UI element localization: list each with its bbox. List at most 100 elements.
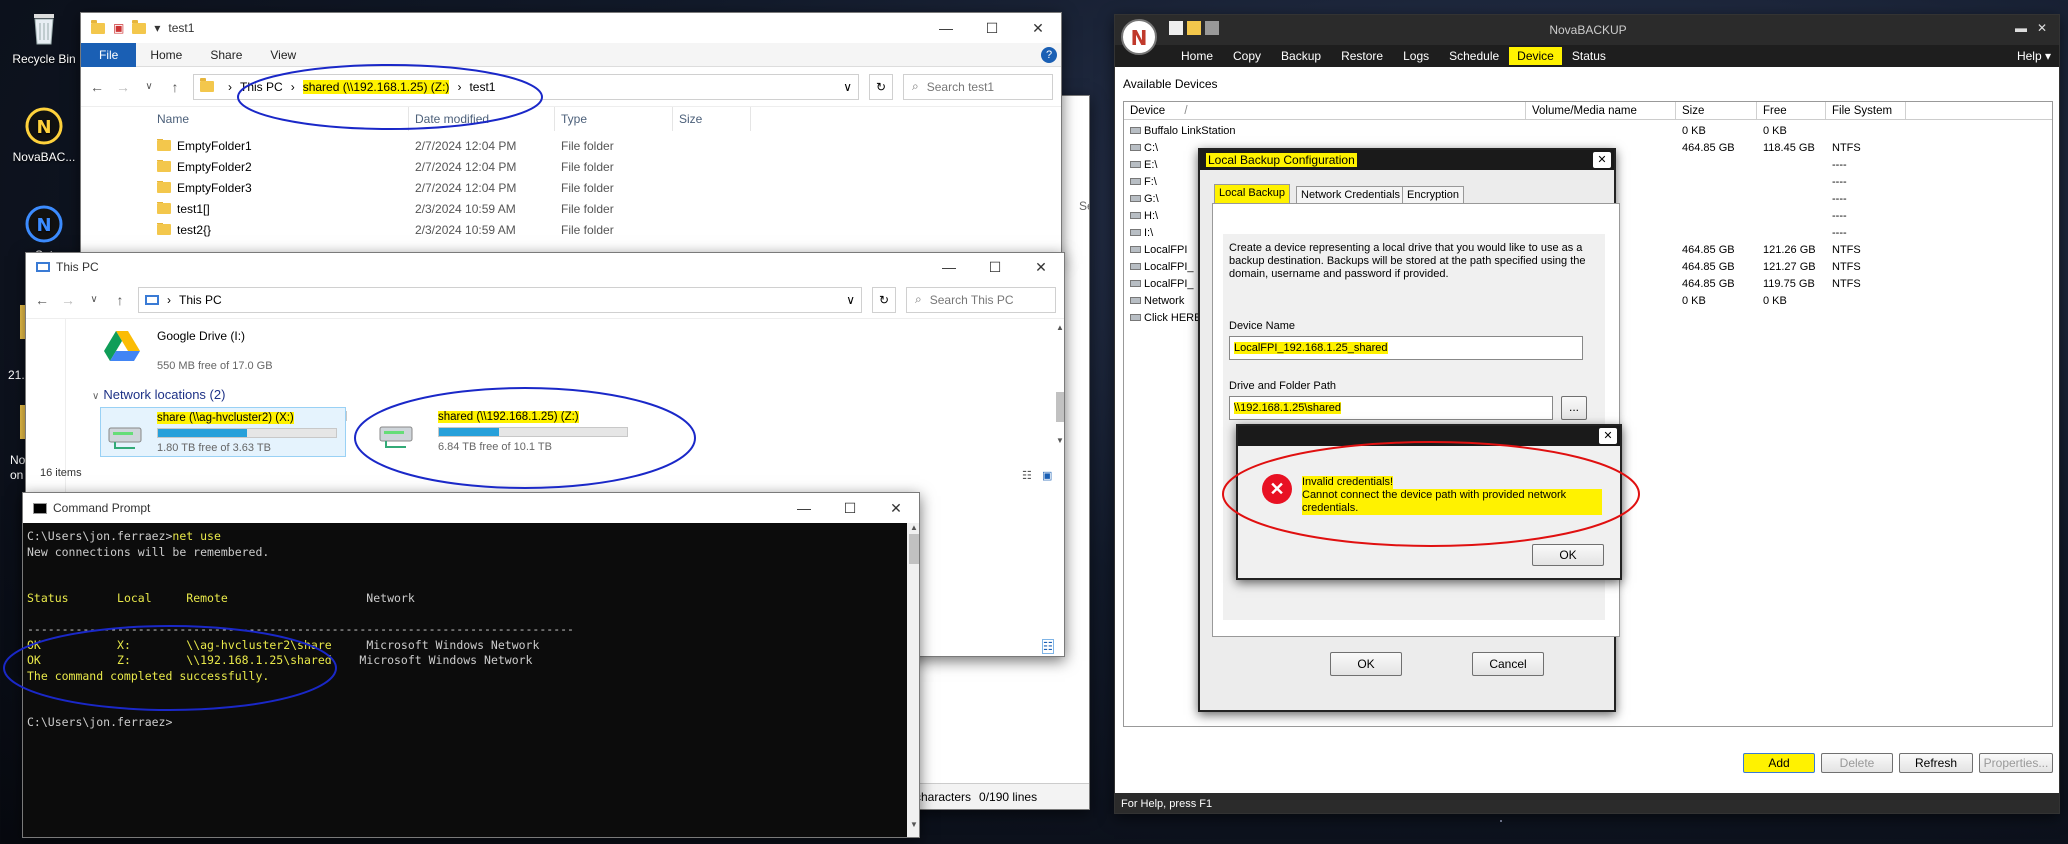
list-item[interactable]: EmptyFolder3 2/7/2024 12:04 PM File fold… (151, 177, 1061, 198)
large-icons-view-icon[interactable]: ▣ (1042, 469, 1052, 482)
refresh-icon[interactable]: ↻ (872, 286, 896, 313)
maximize-button[interactable]: ☐ (972, 253, 1018, 282)
column-device[interactable]: Device / (1124, 102, 1526, 119)
scroll-down-icon[interactable]: ▼ (1055, 436, 1064, 445)
address-bar[interactable]: › This PC ∨ (138, 286, 862, 313)
menu-restore[interactable]: Restore (1331, 49, 1393, 63)
nova-logo-icon[interactable]: N (1121, 19, 1157, 55)
explorer-window-test1[interactable]: ▣ ▾ test1 — ☐ ✕ File Home Share View ? ←… (80, 12, 1062, 260)
address-dropdown-icon[interactable]: ∨ (843, 80, 852, 94)
scroll-up-icon[interactable]: ▲ (907, 523, 919, 532)
menu-home[interactable]: Home (1171, 49, 1223, 63)
network-locations-header[interactable]: ∨ Network locations (2) (92, 387, 225, 402)
network-drive-x[interactable]: share (\\ag-hvcluster2) (X:) 1.80 TB fre… (100, 407, 346, 457)
device-row[interactable]: Buffalo LinkStation 0 KB 0 KB (1124, 122, 2052, 139)
breadcrumb-folder[interactable]: test1 (469, 80, 495, 94)
ribbon-view-tab[interactable]: View (256, 48, 310, 62)
close-button[interactable]: ✕ (1018, 253, 1064, 282)
scroll-down-icon[interactable]: ▼ (907, 820, 919, 829)
vertical-scrollbar[interactable]: ▲ ▼ (1055, 323, 1064, 463)
console-output[interactable]: C:\Users\jon.ferraez>net use New connect… (23, 523, 919, 837)
properties-button[interactable]: Properties... (1979, 753, 2053, 773)
close-button[interactable]: ✕ (1015, 13, 1061, 43)
command-prompt-window[interactable]: Command Prompt — ☐ ✕ C:\Users\jon.ferrae… (22, 492, 920, 838)
scroll-thumb[interactable] (1056, 392, 1064, 422)
tab-encryption[interactable]: Encryption (1402, 186, 1464, 204)
ok-button[interactable]: OK (1330, 652, 1402, 676)
ribbon-share-tab[interactable]: Share (196, 48, 256, 62)
menu-logs[interactable]: Logs (1393, 49, 1439, 63)
column-type[interactable]: Type (555, 107, 673, 131)
minimize-button[interactable]: — (926, 253, 972, 282)
details-view-icon[interactable]: ☷ (1042, 639, 1054, 654)
title-bar[interactable]: ▣ ▾ test1 — ☐ ✕ (81, 13, 1061, 43)
device-name-field[interactable]: LocalFPI_192.168.1.25_shared (1229, 336, 1583, 360)
forward-arrow-icon[interactable]: → (115, 79, 131, 95)
menu-status[interactable]: Status (1562, 49, 1616, 63)
desktop-icon-novabackup[interactable]: N NovaBAC... (4, 106, 84, 164)
dialog-title-bar[interactable]: Local Backup Configuration ✕ (1200, 150, 1614, 170)
up-arrow-icon[interactable]: ↑ (112, 292, 128, 308)
desktop-icon-recycle-bin[interactable]: Recycle Bin (4, 8, 84, 66)
console-scrollbar[interactable]: ▲ ▼ (907, 523, 919, 837)
network-drive-z[interactable]: shared (\\192.168.1.25) (Z:) 6.84 TB fre… (356, 407, 628, 457)
maximize-button[interactable]: ☐ (969, 13, 1015, 43)
help-icon[interactable]: ? (1041, 46, 1057, 63)
tab-network-credentials[interactable]: Network Credentials (1296, 186, 1406, 204)
refresh-icon[interactable]: ↻ (869, 73, 893, 100)
close-button[interactable]: ✕ (873, 493, 919, 523)
scroll-up-icon[interactable]: ▲ (1055, 323, 1064, 332)
refresh-button[interactable]: Refresh (1899, 753, 1973, 773)
menu-copy[interactable]: Copy (1223, 49, 1271, 63)
list-item[interactable]: EmptyFolder2 2/7/2024 12:04 PM File fold… (151, 156, 1061, 177)
minimize-button[interactable]: — (923, 13, 969, 43)
breadcrumb-this-pc[interactable]: This PC (240, 80, 283, 94)
maximize-button[interactable]: ☐ (827, 493, 873, 523)
menu-device[interactable]: Device (1509, 47, 1562, 65)
quick-access-dropdown-icon[interactable]: ▾ (154, 21, 160, 35)
tab-local-backup[interactable]: Local Backup (1214, 184, 1291, 203)
breadcrumb-this-pc[interactable]: This PC (179, 293, 222, 307)
back-arrow-icon[interactable]: ← (34, 292, 50, 308)
menu-backup[interactable]: Backup (1271, 49, 1331, 63)
delete-button[interactable]: Delete (1821, 753, 1893, 773)
title-bar[interactable]: This PC — ☐ ✕ (26, 253, 1064, 281)
menu-help[interactable]: Help ▾ (2017, 49, 2051, 63)
search-box[interactable]: ⌕ Search test1 (903, 73, 1053, 100)
path-field[interactable]: \\192.168.1.25\shared (1229, 396, 1553, 420)
breadcrumb-drive[interactable]: shared (\\192.168.1.25) (Z:) (302, 79, 450, 94)
minimize-button[interactable]: ▬ (2015, 21, 2027, 35)
address-bar[interactable]: › This PC › shared (\\192.168.1.25) (Z:)… (193, 73, 859, 100)
properties-icon[interactable]: ▣ (113, 21, 124, 35)
recent-dropdown-icon[interactable]: ∨ (86, 294, 102, 305)
column-free[interactable]: Free (1757, 102, 1826, 119)
column-file-system[interactable]: File System (1826, 102, 1906, 119)
browse-button[interactable]: ... (1561, 396, 1587, 420)
new-folder-icon[interactable] (132, 19, 147, 34)
ribbon-home-tab[interactable]: Home (136, 48, 196, 62)
up-arrow-icon[interactable]: ↑ (167, 79, 183, 95)
column-volume[interactable]: Volume/Media name (1526, 102, 1676, 119)
close-button[interactable]: ✕ (2037, 21, 2047, 35)
details-view-icon[interactable]: ☷ (1022, 469, 1032, 482)
column-size[interactable]: Size (673, 107, 751, 131)
list-item[interactable]: EmptyFolder1 2/7/2024 12:04 PM File fold… (151, 135, 1061, 156)
column-date-modified[interactable]: Date modified (409, 107, 555, 131)
list-item[interactable]: test1[] 2/3/2024 10:59 AM File folder (151, 198, 1061, 219)
list-item[interactable]: test2{} 2/3/2024 10:59 AM File folder (151, 219, 1061, 240)
address-dropdown-icon[interactable]: ∨ (846, 293, 855, 307)
error-dialog[interactable]: ✕ ✕ Invalid credentials! Cannot connect … (1236, 424, 1622, 580)
collapse-chevron-icon[interactable]: ∨ (92, 391, 99, 402)
title-bar[interactable]: Command Prompt — ☐ ✕ (23, 493, 919, 523)
column-name[interactable]: Name (151, 107, 409, 131)
back-arrow-icon[interactable]: ← (89, 79, 105, 95)
add-button[interactable]: Add (1743, 753, 1815, 773)
scroll-thumb[interactable] (909, 534, 919, 564)
nova-title-bar[interactable]: N NovaBACKUP ▬ ✕ (1115, 15, 2059, 55)
close-icon[interactable]: ✕ (1593, 152, 1611, 168)
column-size[interactable]: Size (1676, 102, 1757, 119)
recent-dropdown-icon[interactable]: ∨ (141, 81, 157, 92)
minimize-button[interactable]: — (781, 493, 827, 523)
cancel-button[interactable]: Cancel (1472, 652, 1544, 676)
search-box[interactable]: ⌕ Search This PC (906, 286, 1056, 313)
